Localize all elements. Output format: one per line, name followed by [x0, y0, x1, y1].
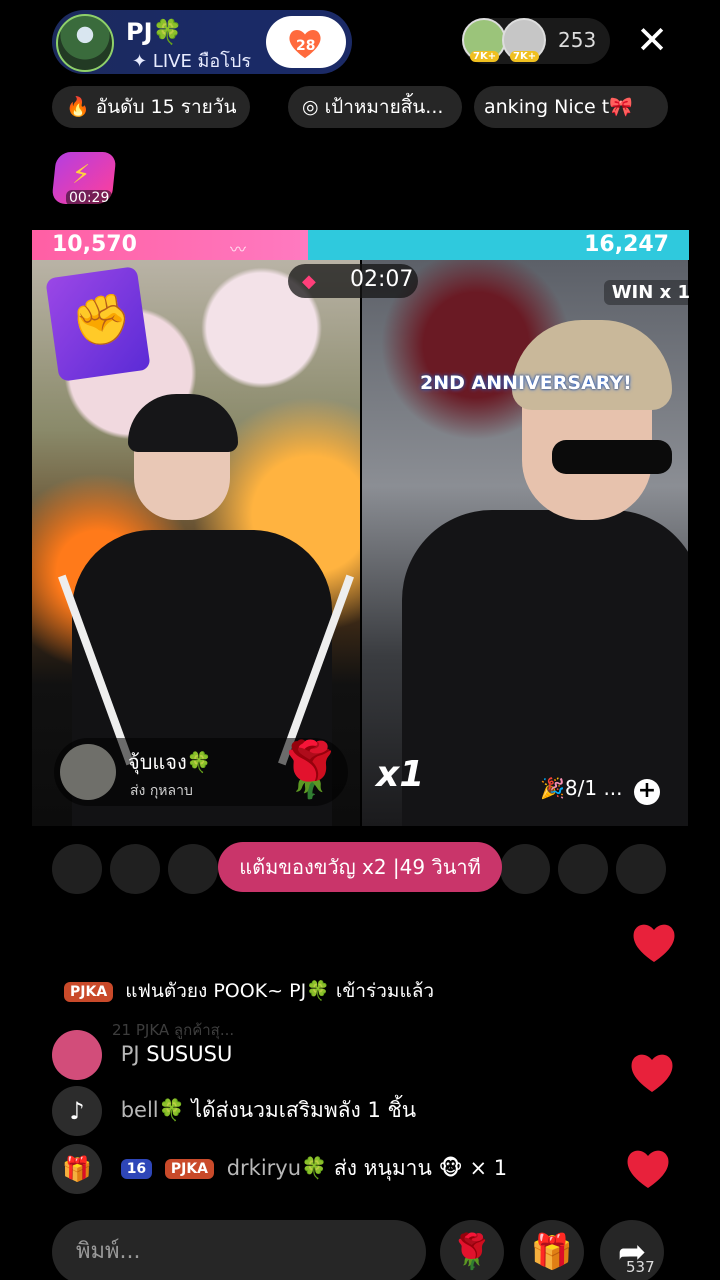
tiktok-icon: ♪: [52, 1086, 102, 1136]
chat-user[interactable]: bell🍀: [121, 1098, 185, 1122]
right-video[interactable]: [362, 260, 688, 826]
chat-message[interactable]: PJ SUSUSU: [52, 1030, 232, 1080]
chat-user[interactable]: PJ: [121, 1042, 140, 1066]
viewer-badge: 7K+: [510, 51, 540, 62]
chat-text: SUSUSU: [146, 1042, 233, 1066]
goal-label: เป้าหมายสิ้น...: [324, 96, 444, 118]
viewer-avatar[interactable]: 7K+: [462, 18, 506, 62]
join-notice: PJKA แฟนตัวยง POOK~ PJ🍀 เข้าร่วมแล้ว: [64, 976, 434, 1006]
win-badge: WIN x 1: [603, 280, 698, 305]
rose-gift-button[interactable]: 🌹: [440, 1220, 504, 1280]
gift-icon: 🎁: [530, 1232, 574, 1272]
heart-icon: [631, 1054, 673, 1092]
chat-message[interactable]: 🎁 16 PJKA drkiryu🍀 ส่ง หนุมาน 🐵 × 1: [52, 1144, 507, 1194]
gift-icon: 🎁: [52, 1144, 102, 1194]
viewer-badge: 7K+: [470, 51, 500, 62]
comment-input[interactable]: พิมพ์...: [52, 1220, 426, 1280]
right-streamer: [402, 320, 688, 826]
level-badge: 16: [120, 1159, 153, 1179]
share-count: 537: [626, 1258, 655, 1276]
rose-icon: 🌹: [450, 1232, 494, 1272]
fire-icon: 🔥: [66, 96, 90, 118]
close-icon[interactable]: ✕: [634, 21, 670, 59]
chat-text: ส่ง หนุมาน 🐵 × 1: [333, 1156, 508, 1180]
chat-user[interactable]: drkiryu🍀: [227, 1156, 327, 1180]
gifter-avatar[interactable]: [52, 844, 102, 894]
viewer-list[interactable]: 7K+ 7K+ 253: [462, 18, 610, 64]
host-name: PJ🍀: [126, 18, 183, 46]
target-icon: ◎: [302, 96, 319, 118]
gifter-avatar[interactable]: [110, 844, 160, 894]
goal-progress: 🎉8/1 ...: [540, 776, 623, 800]
join-text: แฟนตัวยง POOK~ PJ🍀 เข้าร่วมแล้ว: [125, 980, 434, 1002]
boost-badge[interactable]: ⚡ 00:29: [51, 152, 118, 210]
boost-timer: 00:29: [66, 190, 113, 206]
heart-count: 28: [296, 38, 316, 54]
user-avatar[interactable]: [52, 1030, 102, 1080]
daily-rank-label: อันดับ 15 รายวัน: [95, 96, 237, 118]
gifter-name: จุ้บแจง🍀: [128, 750, 212, 774]
gifter-avatar[interactable]: [168, 844, 218, 894]
gift-multiplier: x1: [376, 754, 425, 795]
daily-rank-chip[interactable]: 🔥 อันดับ 15 รายวัน: [52, 86, 250, 128]
goal-chip[interactable]: ◎ เป้าหมายสิ้น...: [288, 86, 462, 128]
fan-club-tag: PJKA: [64, 981, 114, 1002]
chat-message[interactable]: ♪ bell🍀 ได้ส่งนวมเสริมพลัง 1 ชิ้น: [52, 1086, 416, 1136]
heart-icon: [627, 1150, 669, 1188]
gifter-action: ส่ง กุหลาบ: [130, 783, 193, 799]
heart-icon: [633, 924, 675, 962]
gift-button[interactable]: 🎁: [520, 1220, 584, 1280]
anniversary-banner: 2ND ANNIVERSARY!: [420, 372, 632, 394]
fan-club-tag: PJKA: [164, 1159, 215, 1179]
left-score: 10,570: [52, 232, 137, 257]
gifter-avatar: [60, 744, 116, 800]
host-avatar[interactable]: [56, 14, 114, 72]
battle-icon: ◆: [302, 271, 316, 292]
battle-score-bar: 〰 10,570 16,247: [32, 230, 689, 260]
gifter-avatar[interactable]: [500, 844, 550, 894]
ranking-label: anking Nice t🎀: [484, 96, 633, 118]
viewer-avatar[interactable]: 7K+: [502, 18, 546, 62]
spark-icon: 〰: [230, 240, 247, 259]
gifter-avatar[interactable]: [558, 844, 608, 894]
host-subtitle: ✦ LIVE มือโปร: [132, 51, 251, 72]
right-score: 16,247: [584, 232, 669, 257]
host-pill[interactable]: PJ🍀 ✦ LIVE มือโปร 28: [52, 10, 352, 74]
rose-icon: 🌹: [276, 738, 344, 801]
glove-gift-card: ✊: [45, 266, 151, 382]
bonus-points-banner: แต้มของขวัญ x2 |49 วินาที: [218, 842, 502, 892]
battle-timer-text: 02:07: [350, 267, 414, 292]
add-goal-button[interactable]: +: [634, 779, 660, 805]
battle-timer: ◆ 02:07: [288, 264, 418, 298]
ranking-chip[interactable]: anking Nice t🎀: [474, 86, 668, 128]
chat-text: ได้ส่งนวมเสริมพลัง 1 ชิ้น: [191, 1098, 417, 1122]
bolt-icon: ⚡: [72, 160, 91, 190]
viewer-count: 253: [558, 28, 597, 52]
follow-heart-button[interactable]: 28: [266, 16, 346, 68]
gifter-avatar[interactable]: [616, 844, 666, 894]
